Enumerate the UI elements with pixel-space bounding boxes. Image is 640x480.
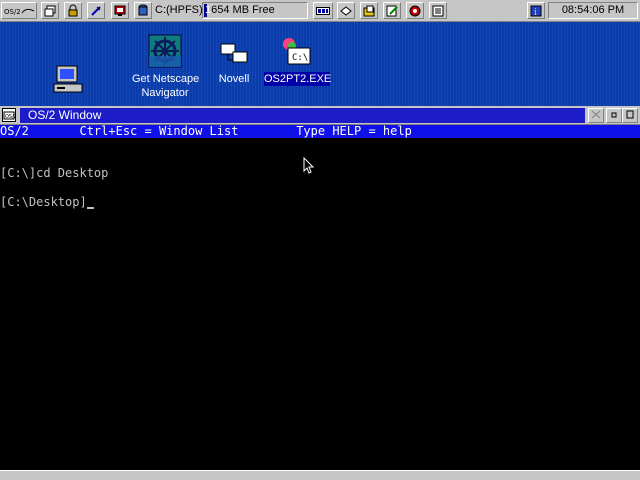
text-cursor xyxy=(86,207,94,209)
svg-text:OS/2: OS/2 xyxy=(5,114,15,120)
lock-icon[interactable] xyxy=(64,2,82,19)
svg-text:i: i xyxy=(534,8,537,17)
svg-text:OS/2: OS/2 xyxy=(4,8,21,16)
drive-label[interactable]: C:(HPFS) xyxy=(155,2,203,19)
warpcenter-bar: OS/2 C:(HPFS) 1654 MB Free i 08:54:06 PM xyxy=(0,0,640,22)
console-prompt: [C:\Desktop] xyxy=(0,195,87,209)
desktop: Get Netscape Navigator Novell C:\ OS2PT2… xyxy=(0,22,640,106)
console-area[interactable]: OS/2 Ctrl+Esc = Window List Type HELP = … xyxy=(0,125,640,472)
svg-text:C:\: C:\ xyxy=(292,53,308,63)
desktop-icon-label: Navigator xyxy=(141,87,189,99)
clock-text: 08:54:06 PM xyxy=(561,4,625,16)
window-title: OS/2 Window xyxy=(28,108,102,122)
shutdown-icon[interactable] xyxy=(406,2,424,19)
desktop-icon-computer[interactable] xyxy=(48,64,88,100)
desktop-icon-label: Get Netscape xyxy=(132,73,200,85)
drive-free-text: 1654 MB Free xyxy=(205,4,275,16)
maximize-button[interactable] xyxy=(622,108,638,123)
desktop-icon-netscape[interactable]: Get Netscape Navigator xyxy=(132,34,200,100)
os2-window: OS/2 OS/2 Window OS/2 Ctrl+Esc = Window … xyxy=(0,106,640,480)
process-icon[interactable] xyxy=(313,2,333,19)
clock-field[interactable]: 08:54:06 PM xyxy=(548,2,638,19)
minimize-button[interactable] xyxy=(606,108,622,123)
mouse-pointer-icon xyxy=(303,157,315,174)
network-icon xyxy=(220,43,248,63)
system-menu-icon[interactable]: OS/2 xyxy=(2,108,17,122)
desktop-icon-novell[interactable]: Novell xyxy=(212,40,256,86)
netscape-wheel-icon xyxy=(148,34,182,68)
program-icon: C:\ xyxy=(283,38,311,65)
hide-button[interactable] xyxy=(588,108,604,123)
desktop-icon-label: Novell xyxy=(218,73,250,85)
window-title-bar[interactable]: OS/2 OS/2 Window xyxy=(0,106,640,125)
cpu-monitor-icon[interactable] xyxy=(111,2,129,19)
folder-icon[interactable] xyxy=(360,2,378,19)
computer-icon xyxy=(53,65,83,93)
title-bar-fill xyxy=(20,108,585,123)
console-prompt-line: [C:\Desktop] xyxy=(0,196,94,209)
window-list-icon[interactable] xyxy=(41,2,59,19)
plug-icon[interactable] xyxy=(87,2,105,19)
drive-icon[interactable] xyxy=(337,2,355,19)
drive-free-gauge: 1654 MB Free xyxy=(202,2,308,19)
console-header: OS/2 Ctrl+Esc = Window List Type HELP = … xyxy=(0,125,640,138)
window-bottom-border xyxy=(0,470,640,480)
desktop-icon-label: OS2PT2.EXE xyxy=(264,72,332,86)
disk-icon[interactable] xyxy=(134,2,152,19)
console-line: [C:\]cd Desktop xyxy=(0,166,109,180)
desktop-icon-os2pt2[interactable]: C:\ OS2PT2.EXE xyxy=(264,36,332,86)
os2-menu-icon[interactable]: OS/2 xyxy=(1,2,37,19)
help-icon[interactable] xyxy=(429,2,447,19)
info-icon[interactable]: i xyxy=(527,2,545,19)
note-icon[interactable] xyxy=(383,2,401,19)
